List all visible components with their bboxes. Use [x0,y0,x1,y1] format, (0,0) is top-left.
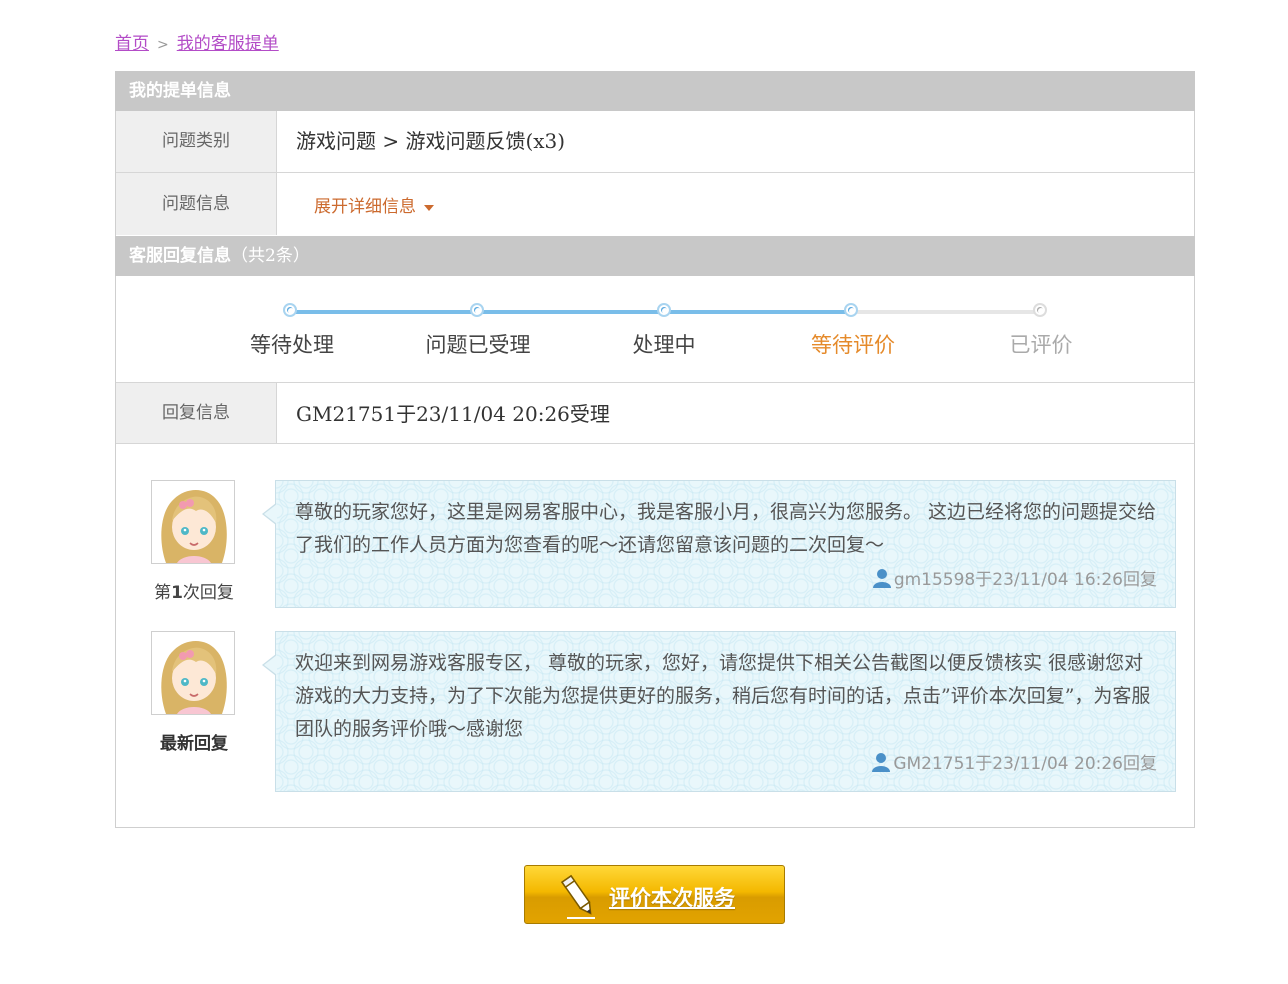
reply-item: 最新回复 欢迎来到网易游戏客服专区， 尊敬的玩家，您好，请您提供下相关公告截图以… [116,631,1194,793]
reply-hui: 回复 [1123,754,1157,774]
ticket-panel: 我的提单信息 问题类别 游戏问题 > 游戏问题反馈(x3) 问题信息 展开详细信… [115,71,1195,828]
breadcrumb-home-link[interactable]: 首页 [115,34,149,54]
reply-item: 第1次回复 尊敬的玩家您好，这里是网易客服中心，我是客服小月，很高兴为您服务。 … [116,480,1194,610]
reply-bubble: 欢迎来到网易游戏客服专区， 尊敬的玩家，您好，请您提供下相关公告截图以便反馈核实… [262,631,1176,792]
reply-text: 尊敬的玩家您好，这里是网易客服中心，我是客服小月，很高兴为您服务。 这边已经将您… [295,501,1157,556]
category-value: 游戏问题 > 游戏问题反馈(x3) [296,129,566,153]
breadcrumb: 首页 > 我的客服提单 [115,29,279,54]
issue-info-label: 问题信息 [116,173,277,235]
user-icon [872,569,891,588]
progress-step-dot [657,303,671,317]
rate-service-button[interactable]: 评价本次服务 [524,865,785,924]
progress-step-label: 问题已受理 [425,333,531,357]
progress-step-label: 等待处理 [250,333,334,357]
reply-meta: GM21751于23/11/04 20:26回复 [871,749,1157,774]
expand-details-link[interactable]: 展开详细信息 [314,173,434,235]
progress-step-label: 已评价 [1009,333,1073,357]
progress-step-dot [1033,303,1047,317]
reply-yu: 于 [975,570,993,590]
reply-section-count: （共2条） [231,246,310,266]
breadcrumb-current-link[interactable]: 我的客服提单 [177,34,279,54]
breadcrumb-separator: > [157,37,169,53]
ticket-section-title: 我的提单信息 [129,81,231,101]
reply-time: 23/11/04 20:26 [992,754,1123,774]
progress-track-pending [850,310,1040,314]
progress-track-done [290,310,850,314]
category-row: 问题类别 游戏问题 > 游戏问题反馈(x3) [116,111,1194,173]
progress-step-label-current: 等待评价 [811,333,895,357]
reply-caption-suffix: 次回复 [182,583,234,603]
reply-section-title: 客服回复信息 [129,246,231,266]
reply-info-label: 回复信息 [116,383,277,443]
progress-step-dot [470,303,484,317]
agent-avatar [151,480,235,564]
reply-author: gm15598 [893,570,976,590]
reply-caption: 第1次回复 [136,578,252,603]
progress-tracker: 等待处理 问题已受理 处理中 等待评价 已评价 [116,276,1194,383]
reply-author: GM21751 [893,754,976,774]
reply-caption-latest: 最新回复 [160,734,228,754]
reply-caption-prefix: 第 [154,583,172,603]
ticket-section-header: 我的提单信息 [115,71,1195,111]
user-icon [872,753,891,772]
reply-meta: gm15598于23/11/04 16:26回复 [872,565,1157,590]
expand-details-label: 展开详细信息 [314,197,416,217]
reply-caption-number: 1 [171,583,183,603]
reply-info-row: 回复信息 GM21751于23/11/04 20:26受理 [116,383,1194,444]
reply-info-value: GM21751于23/11/04 20:26受理 [296,402,610,426]
rate-service-label: 评价本次服务 [609,885,735,910]
reply-hui: 回复 [1123,570,1157,590]
reply-section-header: 客服回复信息（共2条） [115,236,1195,276]
reply-yu: 于 [975,754,993,774]
progress-step-dot [844,303,858,317]
reply-text: 欢迎来到网易游戏客服专区， 尊敬的玩家，您好，请您提供下相关公告截图以便反馈核实… [295,652,1151,740]
agent-avatar [151,631,235,715]
pencil-icon [560,874,595,919]
reply-time: 23/11/04 16:26 [992,570,1123,590]
progress-step-dot [283,303,297,317]
progress-step-label: 处理中 [632,333,696,357]
issue-info-row: 问题信息 展开详细信息 [116,173,1194,235]
caret-down-icon [424,204,434,211]
reply-bubble: 尊敬的玩家您好，这里是网易客服中心，我是客服小月，很高兴为您服务。 这边已经将您… [262,480,1176,608]
category-label: 问题类别 [116,111,277,172]
